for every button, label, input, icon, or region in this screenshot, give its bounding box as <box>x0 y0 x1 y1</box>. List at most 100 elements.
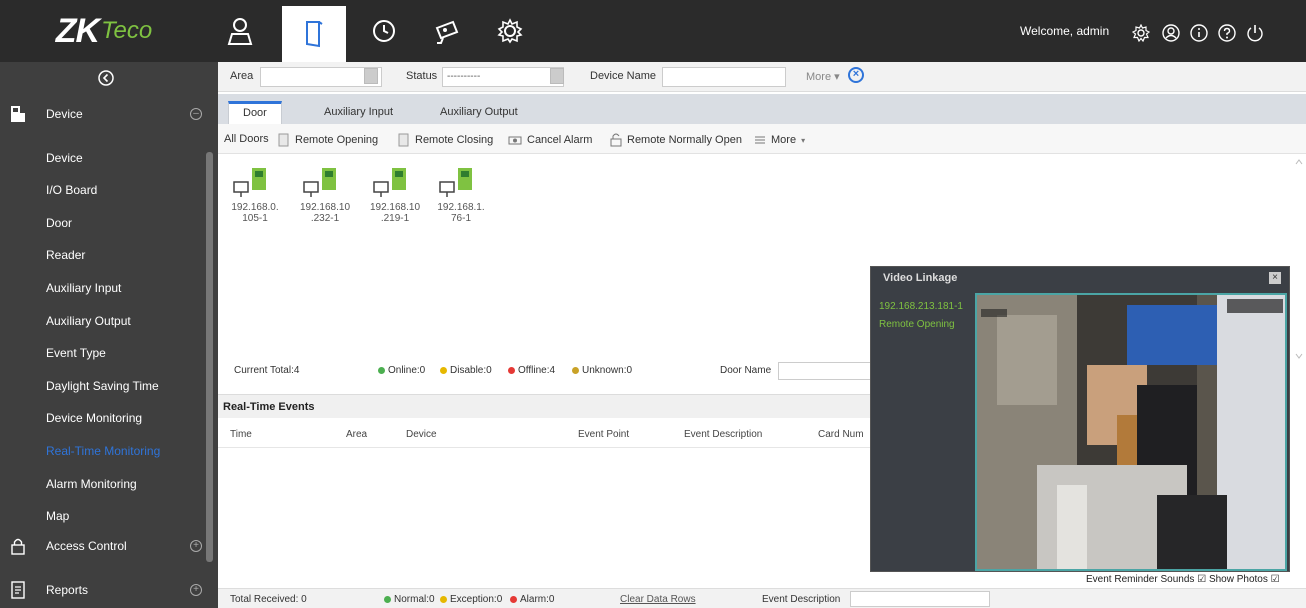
status-select[interactable]: ---------- <box>442 67 564 87</box>
logo-zk: ZK <box>55 11 100 50</box>
sidebar-item-auxiliary-input[interactable]: Auxiliary Input <box>46 281 121 295</box>
normal-count: Normal:0 <box>384 594 435 605</box>
tab-door[interactable]: Door <box>228 101 282 124</box>
collapse-section-icon[interactable]: – <box>190 108 202 120</box>
door-toolbar: All Doors Remote Opening Remote Closing … <box>218 124 1306 154</box>
area-dropdown-icon[interactable] <box>364 68 378 84</box>
disable-dot-icon <box>440 366 447 374</box>
door-device-icon <box>303 168 336 197</box>
video-linkage-popup: Video Linkage × 192.168.213.181-1 Remote… <box>870 266 1290 572</box>
filter-bar: Area Status ---------- Device Name More … <box>218 62 1306 92</box>
status-label: Status <box>406 70 438 82</box>
nav-system[interactable] <box>478 0 542 62</box>
collapse-sidebar-icon[interactable] <box>98 70 114 86</box>
all-doors-button[interactable]: All Doors <box>224 133 269 145</box>
event-description-input[interactable] <box>850 591 990 607</box>
video-camera-icon <box>435 20 459 44</box>
exception-count: Exception:0 <box>440 594 502 605</box>
sidebar-item-device-monitoring[interactable]: Device Monitoring <box>46 411 142 425</box>
cancel-alarm-button[interactable]: Cancel Alarm <box>508 133 592 147</box>
sidebar-section-access-control[interactable]: Access Control + <box>0 528 218 564</box>
tab-auxiliary-output[interactable]: Auxiliary Output <box>426 101 532 124</box>
door-label: 192.168.0. 105-1 <box>231 202 279 224</box>
door-open-icon <box>278 133 289 147</box>
more-filters-link[interactable]: More ▾ <box>806 70 840 83</box>
device-name-input[interactable] <box>662 67 786 87</box>
sidebar-item-event-type[interactable]: Event Type <box>46 346 106 360</box>
video-linkage-title: Video Linkage <box>883 272 958 284</box>
nav-attendance[interactable] <box>352 0 416 62</box>
door-tile[interactable]: 192.168.1. 76-1 <box>428 162 494 232</box>
device-icon <box>11 106 25 122</box>
remote-normally-open-button[interactable]: Remote Normally Open <box>610 133 742 147</box>
sidebar-scrollbar[interactable] <box>206 152 213 562</box>
status-dropdown-icon[interactable] <box>550 68 564 84</box>
normal-dot-icon <box>384 595 391 603</box>
all-doors-label: All Doors <box>224 133 269 145</box>
sidebar-section-label: Device <box>46 107 83 121</box>
show-photos-checkbox[interactable]: ☑ <box>1271 574 1280 585</box>
total-received: Total Received: 0 <box>230 594 307 605</box>
column-event-point[interactable]: Event Point <box>578 429 629 440</box>
more-filters-label: More <box>806 71 832 83</box>
device-name-label: Device Name <box>590 70 657 82</box>
sidebar-item-device[interactable]: Device <box>46 151 83 165</box>
disable-count: Disable:0 <box>440 365 492 376</box>
unknown-dot-icon <box>572 366 579 374</box>
alarm-count: Alarm:0 <box>510 594 554 605</box>
close-icon[interactable]: × <box>1269 272 1281 284</box>
tab-auxiliary-input[interactable]: Auxiliary Input <box>310 101 407 124</box>
sidebar-item-alarm-monitoring[interactable]: Alarm Monitoring <box>46 477 137 491</box>
offline-dot-icon <box>508 366 515 374</box>
door-label: 192.168.10 .232-1 <box>299 202 351 224</box>
exception-dot-icon <box>440 595 447 603</box>
door-label: 192.168.1. 76-1 <box>437 202 485 224</box>
column-card-number[interactable]: Card Num <box>818 429 864 440</box>
nav-video[interactable] <box>416 0 480 62</box>
sidebar-item-daylight-saving-time[interactable]: Daylight Saving Time <box>46 379 159 393</box>
event-sounds-checkbox[interactable]: ☑ <box>1197 574 1206 585</box>
sidebar-item-real-time-monitoring[interactable]: Real-Time Monitoring <box>46 444 160 458</box>
video-feed[interactable] <box>975 293 1287 571</box>
offline-label: Offline:4 <box>518 365 556 376</box>
nav-access-control[interactable] <box>282 6 346 62</box>
right-scrollbar[interactable] <box>1294 156 1304 366</box>
video-device-ip: 192.168.213.181-1 <box>879 301 963 312</box>
event-reminder-sounds-label: Event Reminder Sounds <box>1086 574 1195 585</box>
sidebar-section-reports[interactable]: Reports + <box>0 572 218 608</box>
cancel-alarm-label: Cancel Alarm <box>527 134 593 146</box>
exception-label: Exception:0 <box>450 594 503 605</box>
column-time[interactable]: Time <box>230 429 252 440</box>
top-bar: ZK Teco Welcome, admin <box>0 0 1306 62</box>
door-name-input[interactable] <box>778 362 878 380</box>
help-icon[interactable] <box>1218 24 1236 42</box>
column-area[interactable]: Area <box>346 429 367 440</box>
sidebar-item-map[interactable]: Map <box>46 509 69 523</box>
column-event-description[interactable]: Event Description <box>684 429 762 440</box>
sidebar-item-auxiliary-output[interactable]: Auxiliary Output <box>46 314 131 328</box>
sidebar-item-reader[interactable]: Reader <box>46 248 85 262</box>
door-tile[interactable]: 192.168.0. 105-1 <box>222 162 288 232</box>
nav-personnel[interactable] <box>208 0 272 62</box>
sidebar-item-door[interactable]: Door <box>46 216 72 230</box>
door-device-icon <box>373 168 406 197</box>
sidebar-section-device[interactable]: Device – <box>0 96 218 132</box>
settings-icon[interactable] <box>1132 24 1150 42</box>
logo-teco: Teco <box>101 17 153 44</box>
door-label: 192.168.10 .219-1 <box>369 202 421 224</box>
user-profile-icon[interactable] <box>1162 24 1180 42</box>
door-tile[interactable]: 192.168.10 .232-1 <box>292 162 358 232</box>
clear-data-rows-link[interactable]: Clear Data Rows <box>620 594 696 605</box>
sidebar-item-io-board[interactable]: I/O Board <box>46 183 97 197</box>
door-tile[interactable]: 192.168.10 .219-1 <box>362 162 428 232</box>
clear-filter-icon[interactable]: × <box>848 67 864 83</box>
system-gear-icon <box>497 18 523 44</box>
remote-closing-button[interactable]: Remote Closing <box>398 133 493 147</box>
expand-section-icon[interactable]: + <box>190 584 202 596</box>
info-icon[interactable] <box>1190 24 1208 42</box>
power-logout-icon[interactable] <box>1246 24 1264 42</box>
toolbar-more-button[interactable]: More ▾ <box>754 133 805 147</box>
expand-section-icon[interactable]: + <box>190 540 202 552</box>
remote-opening-button[interactable]: Remote Opening <box>278 133 378 147</box>
column-device[interactable]: Device <box>406 429 437 440</box>
